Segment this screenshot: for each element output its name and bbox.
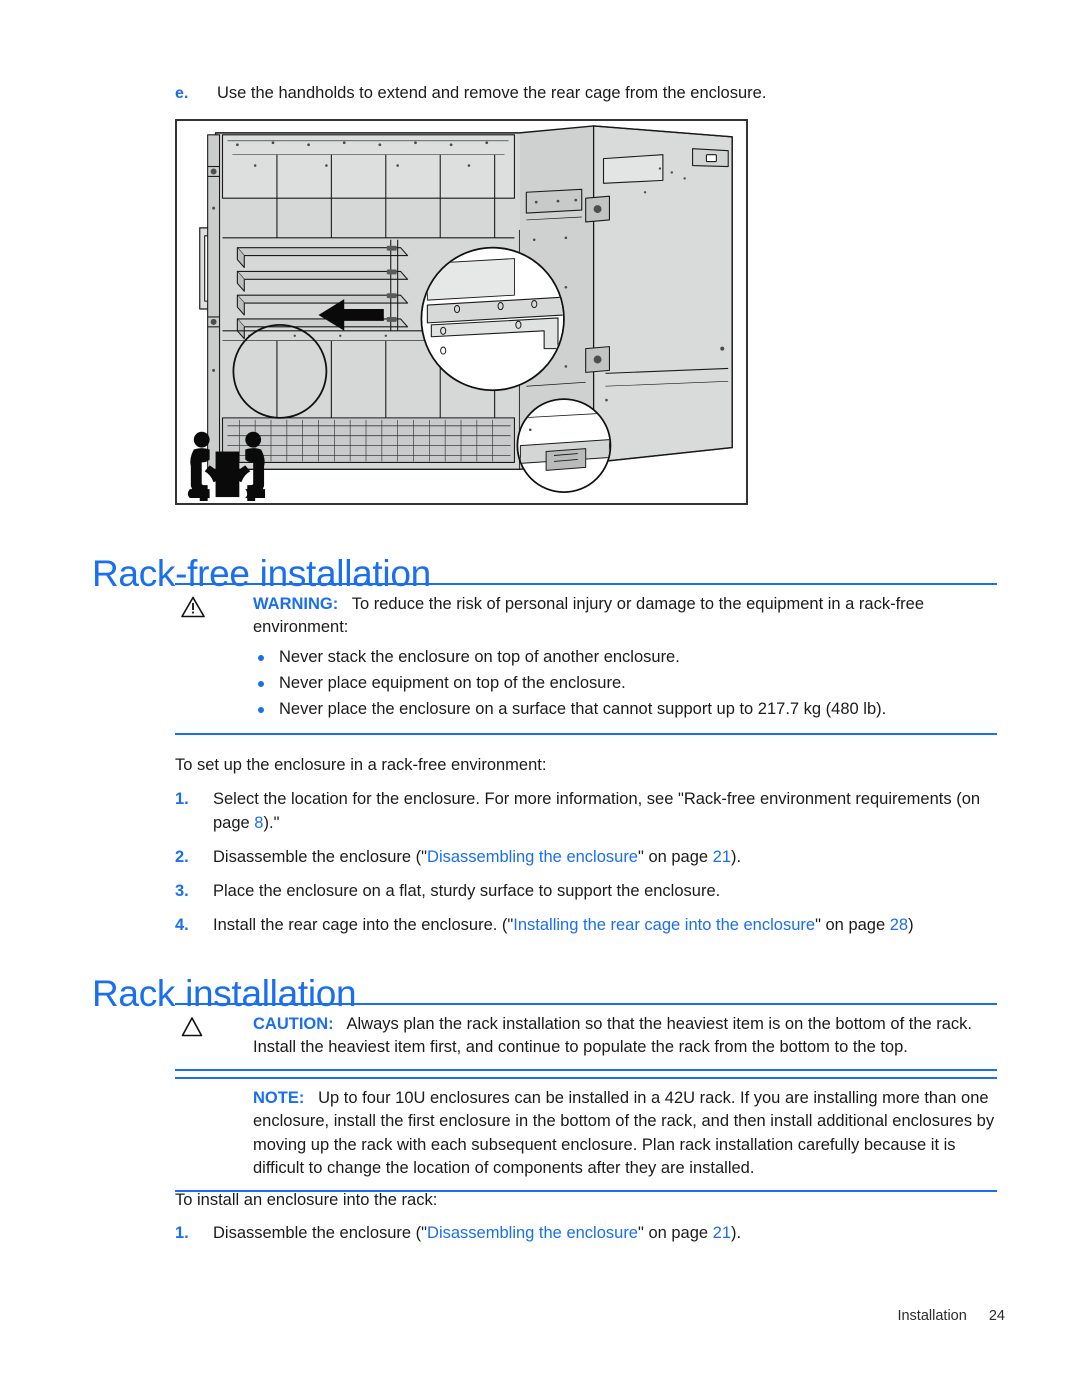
step-number: 1. xyxy=(175,1224,189,1242)
caution-admonition: CAUTION: Always plan the rack installati… xyxy=(175,1003,997,1071)
list-item: Never place the enclosure on a surface t… xyxy=(253,698,997,722)
step-text-run: Place the enclosure on a flat, sturdy su… xyxy=(213,881,721,900)
warning-label: WARNING: xyxy=(253,595,339,613)
step-text: Disassemble the enclosure ("Disassemblin… xyxy=(213,1222,1005,1246)
step-text-run: Install the rear cage into the enclosure… xyxy=(213,915,514,934)
lettered-step-e: e. Use the handholds to extend and remov… xyxy=(175,82,1005,106)
step-text: Place the enclosure on a flat, sturdy su… xyxy=(213,880,1005,904)
list-item: 1. Disassemble the enclosure ("Disassemb… xyxy=(175,1222,1005,1246)
rack-procedure-lead: To install an enclosure into the rack: xyxy=(175,1191,438,1209)
page-footer: Installation 24 xyxy=(0,1308,1005,1324)
step-text: Select the location for the enclosure. F… xyxy=(213,788,1005,836)
cross-reference-link[interactable]: 21 xyxy=(713,1224,731,1242)
step-text-run: " on page xyxy=(815,915,890,934)
step-text-run: Disassemble the enclosure (" xyxy=(213,847,428,866)
enclosure-rear-cage-figure xyxy=(175,119,748,505)
step-number: 1. xyxy=(175,790,189,808)
rack-free-procedure-steps: 1. Select the location for the enclosure… xyxy=(175,788,1005,948)
warning-bullet-list: Never stack the enclosure on top of anot… xyxy=(253,646,997,722)
lettered-step-text: Use the handholds to extend and remove t… xyxy=(217,84,767,102)
rack-free-procedure-lead: To set up the enclosure in a rack-free e… xyxy=(175,756,547,774)
cross-reference-link[interactable]: Disassembling the enclosure xyxy=(427,1224,638,1242)
cross-reference-link[interactable]: Disassembling the enclosure xyxy=(427,848,638,866)
step-text-run: Select the location for the enclosure. F… xyxy=(213,790,981,832)
step-text-run: ). xyxy=(731,847,742,866)
warning-triangle-icon xyxy=(175,593,253,618)
caution-text: Always plan the rack installation so tha… xyxy=(253,1015,973,1057)
list-marker: e. xyxy=(175,85,189,102)
list-item: 3. Place the enclosure on a flat, sturdy… xyxy=(175,880,1005,904)
step-text-run: ) xyxy=(908,915,914,934)
step-number: 4. xyxy=(175,915,189,934)
note-text: Up to four 10U enclosures can be install… xyxy=(253,1089,995,1178)
caution-label: CAUTION: xyxy=(253,1015,334,1033)
caution-triangle-icon xyxy=(175,1013,253,1037)
step-text-run: Disassemble the enclosure (" xyxy=(213,1224,428,1242)
document-page: e. Use the handholds to extend and remov… xyxy=(0,0,1080,1397)
step-text: Install the rear cage into the enclosure… xyxy=(213,914,1005,938)
rack-procedure-steps: 1. Disassemble the enclosure ("Disassemb… xyxy=(175,1222,1005,1256)
warning-intro-text: To reduce the risk of personal injury or… xyxy=(253,595,925,637)
step-text-run: " on page xyxy=(638,1224,713,1242)
list-item: 1. Select the location for the enclosure… xyxy=(175,788,1005,836)
warning-admonition: WARNING: To reduce the risk of personal … xyxy=(175,583,997,735)
cross-reference-link[interactable]: 21 xyxy=(713,848,731,866)
enclosure-line-drawing xyxy=(187,125,733,502)
list-item: 2. Disassemble the enclosure ("Disassemb… xyxy=(175,846,1005,870)
list-item: Never place equipment on top of the encl… xyxy=(253,672,997,696)
step-number: 3. xyxy=(175,881,189,900)
list-item: Never stack the enclosure on top of anot… xyxy=(253,646,997,670)
step-text-run: )." xyxy=(263,813,280,832)
step-text-run: " on page xyxy=(638,847,713,866)
step-text: Disassemble the enclosure ("Disassemblin… xyxy=(213,846,1005,870)
step-number: 2. xyxy=(175,847,189,866)
cross-reference-link[interactable]: Installing the rear cage into the enclos… xyxy=(513,916,815,934)
cross-reference-link[interactable]: 28 xyxy=(890,916,908,934)
list-item: 4. Install the rear cage into the enclos… xyxy=(175,914,1005,938)
step-text-run: ). xyxy=(731,1224,742,1242)
note-label: NOTE: xyxy=(253,1089,305,1107)
footer-section-label: Installation xyxy=(897,1308,967,1324)
note-admonition: NOTE: Up to four 10U enclosures can be i… xyxy=(175,1077,997,1192)
footer-page-number: 24 xyxy=(988,1308,1005,1324)
